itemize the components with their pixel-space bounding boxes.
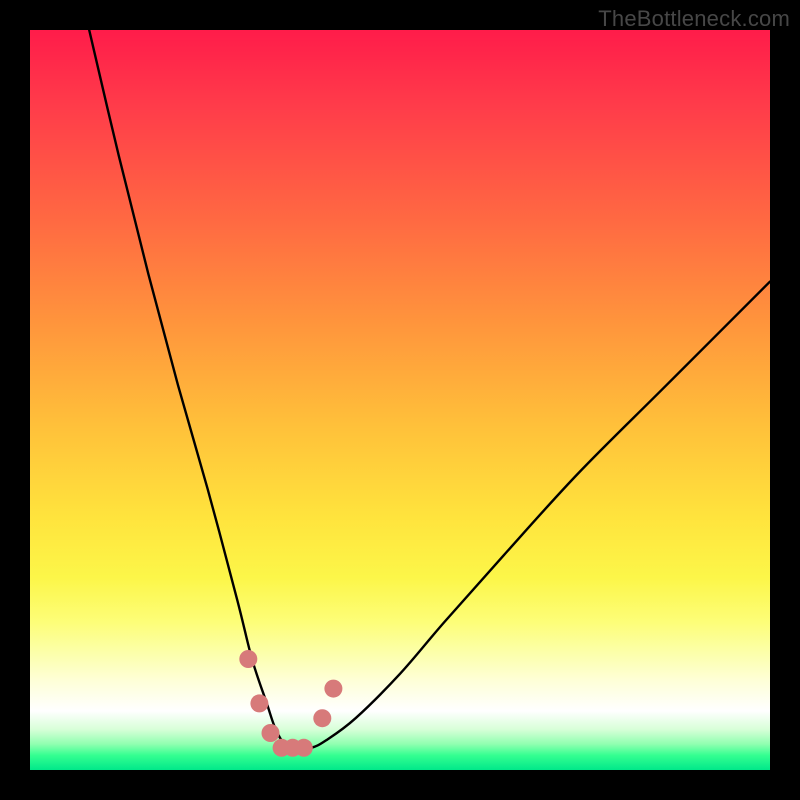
bottleneck-curve bbox=[89, 30, 770, 748]
highlight-dot bbox=[295, 739, 313, 757]
highlight-dot bbox=[239, 650, 257, 668]
chart-frame: TheBottleneck.com bbox=[0, 0, 800, 800]
highlight-dot bbox=[250, 694, 268, 712]
watermark-text: TheBottleneck.com bbox=[598, 6, 790, 32]
highlight-dot bbox=[313, 709, 331, 727]
highlight-dot bbox=[262, 724, 280, 742]
bottleneck-curve-svg bbox=[30, 30, 770, 770]
plot-area bbox=[30, 30, 770, 770]
highlight-dot bbox=[324, 680, 342, 698]
